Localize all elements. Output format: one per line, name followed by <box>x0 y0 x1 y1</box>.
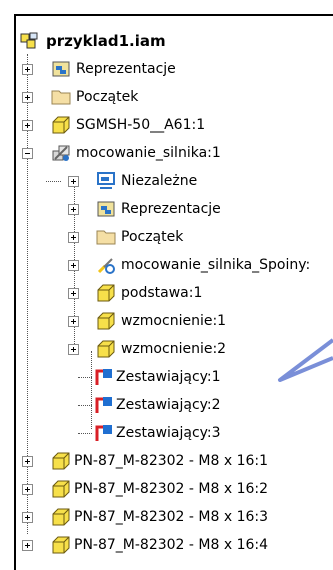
tree-node-root[interactable]: przyklad1.iam <box>16 28 316 54</box>
expand-button[interactable] <box>22 120 33 131</box>
constraint-icon <box>95 397 112 413</box>
expand-button[interactable] <box>22 484 33 495</box>
representations-icon <box>52 61 70 77</box>
expand-button[interactable] <box>22 92 33 103</box>
part-icon <box>52 536 70 554</box>
tree-node-label: PN-87_M-82302 - M8 x 16:4 <box>74 537 269 553</box>
representations-icon <box>97 201 115 217</box>
tree-node-reprezentacje[interactable]: Reprezentacje <box>16 56 316 82</box>
expand-button[interactable] <box>22 456 33 467</box>
tree-node-label: Początek <box>121 229 184 245</box>
tree-node-pn87-2[interactable]: PN-87_M-82302 - M8 x 16:2 <box>16 476 333 502</box>
expand-button[interactable] <box>68 176 79 187</box>
tree-node-label: wzmocnienie:1 <box>121 313 227 329</box>
part-icon <box>97 340 115 358</box>
part-icon <box>97 312 115 330</box>
tree-node-label: Zestawiający:3 <box>116 425 221 441</box>
tree-node-label: PN-87_M-82302 - M8 x 16:1 <box>74 453 269 469</box>
tree-node-niezalezne[interactable]: Niezależne <box>16 168 316 194</box>
part-icon <box>52 452 70 470</box>
tree-node-label: SGMSH-50__A61:1 <box>76 117 206 133</box>
tree-node-spoiny[interactable]: mocowanie_silnika_Spoiny: <box>16 252 333 278</box>
folder-icon <box>96 230 116 245</box>
tree-node-label: Reprezentacje <box>121 201 221 217</box>
tree-node-label: mocowanie_silnika:1 <box>76 145 221 161</box>
browser-tree-panel: przyklad1.iam Reprezentacje Początek SGM… <box>14 14 333 570</box>
tree-node-label: przyklad1.iam <box>46 32 166 50</box>
expand-button[interactable] <box>68 260 79 271</box>
expand-button[interactable] <box>22 540 33 551</box>
expand-button[interactable] <box>68 316 79 327</box>
collapse-button[interactable] <box>22 148 33 159</box>
constraint-icon <box>95 369 112 385</box>
expand-button[interactable] <box>68 288 79 299</box>
tree-node-label: Początek <box>76 89 139 105</box>
constraint-icon <box>95 425 112 441</box>
tree-node-label: PN-87_M-82302 - M8 x 16:3 <box>74 509 269 525</box>
tree-node-label: wzmocnienie:2 <box>121 341 227 357</box>
tree-node-label: Zestawiający:2 <box>116 397 221 413</box>
expand-button[interactable] <box>22 512 33 523</box>
expand-button[interactable] <box>68 344 79 355</box>
callout-pointer <box>278 338 333 382</box>
tree-node-poczatek-2[interactable]: Początek <box>16 224 316 250</box>
expand-button[interactable] <box>22 64 33 75</box>
independent-icon <box>97 172 115 189</box>
tree-node-label: Zestawiający:1 <box>116 369 221 385</box>
tree-node-label: podstawa:1 <box>121 285 203 301</box>
expand-button[interactable] <box>68 232 79 243</box>
part-icon <box>52 480 70 498</box>
tree-node-label: mocowanie_silnika_Spoiny: <box>121 257 311 273</box>
assembly-icon <box>20 32 38 49</box>
tree-node-pn87-3[interactable]: PN-87_M-82302 - M8 x 16:3 <box>16 504 333 530</box>
part-icon <box>97 284 115 302</box>
welds-icon <box>97 258 115 274</box>
weldment-assembly-icon <box>52 145 70 161</box>
tree-node-poczatek[interactable]: Początek <box>16 84 316 110</box>
tree-node-label: Niezależne <box>121 173 198 189</box>
tree-node-podstawa[interactable]: podstawa:1 <box>16 280 316 306</box>
tree-node-zestawiajacy-3[interactable]: Zestawiający:3 <box>16 420 316 446</box>
tree-node-label: Reprezentacje <box>76 61 176 77</box>
folder-icon <box>51 90 71 105</box>
tree-node-reprezentacje-2[interactable]: Reprezentacje <box>16 196 316 222</box>
part-icon <box>52 116 70 134</box>
tree-node-sgmsh[interactable]: SGMSH-50__A61:1 <box>16 112 316 138</box>
tree-node-mocowanie-silnika[interactable]: mocowanie_silnika:1 <box>16 140 316 166</box>
tree-node-label: PN-87_M-82302 - M8 x 16:2 <box>74 481 269 497</box>
tree-node-pn87-4[interactable]: PN-87_M-82302 - M8 x 16:4 <box>16 532 333 558</box>
part-icon <box>52 508 70 526</box>
expand-button[interactable] <box>68 204 79 215</box>
tree-node-pn87-1[interactable]: PN-87_M-82302 - M8 x 16:1 <box>16 448 333 474</box>
